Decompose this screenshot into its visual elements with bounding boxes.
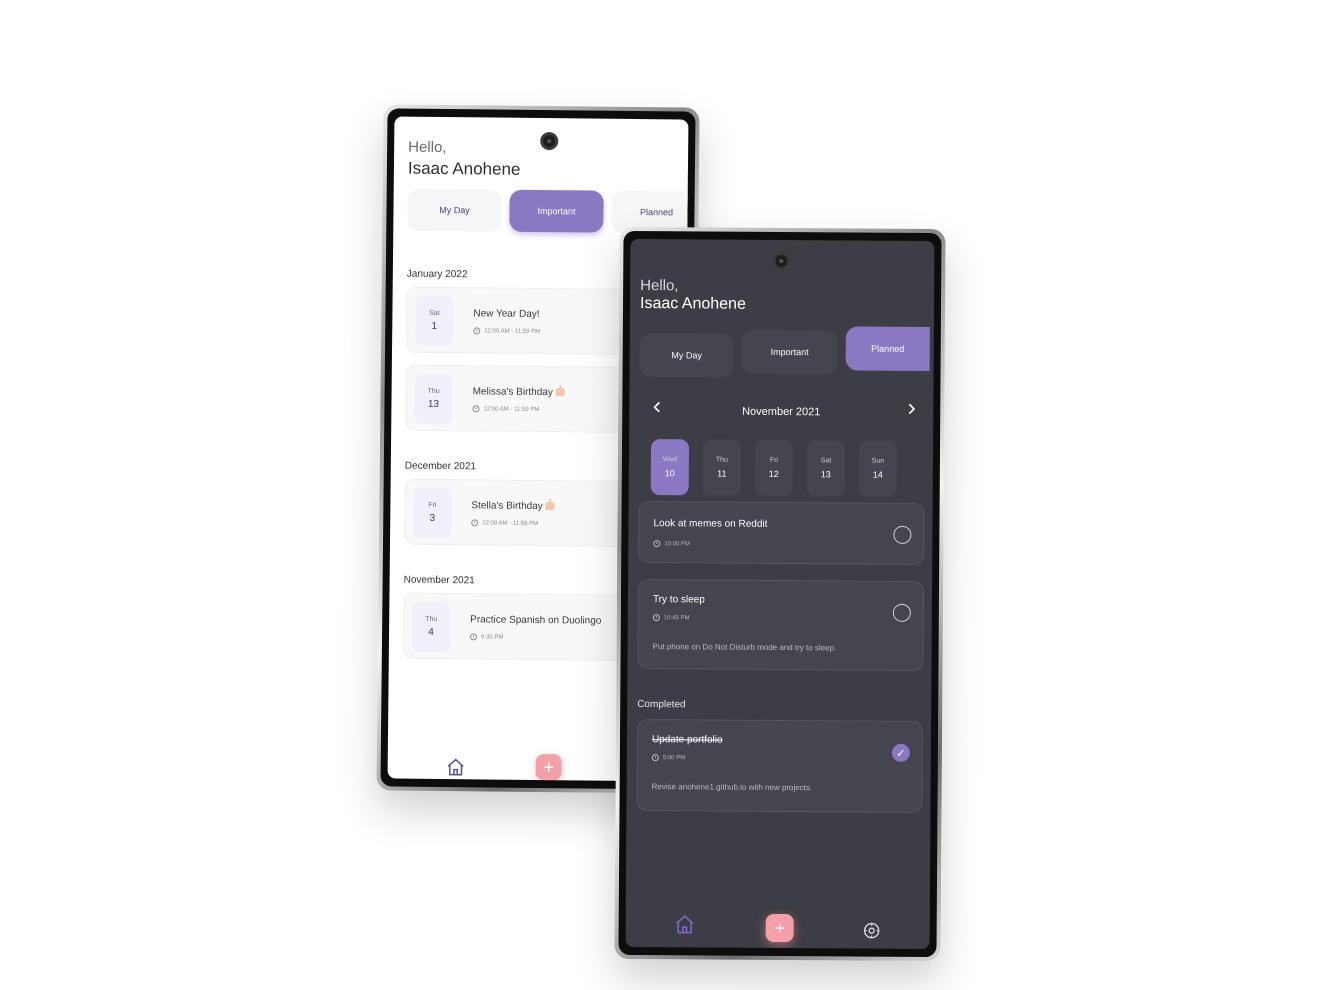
dark-screen: Hello, Isaac Anohene My Day Important Pl… <box>625 238 935 950</box>
phone-bezel: Hello, Isaac Anohene My Day Important Pl… <box>618 230 942 958</box>
calendar-day[interactable]: Fri 12 <box>754 439 794 497</box>
user-name: Isaac Anohene <box>407 158 521 179</box>
calendar-weekday: Sun <box>871 457 885 465</box>
calendar-weekday: Sat <box>820 457 832 465</box>
event-date-badge: Sat 1 <box>415 295 454 347</box>
user-name: Isaac Anohene <box>639 295 746 313</box>
task-time: 5:00 PM <box>651 754 686 762</box>
clock-icon <box>473 327 481 335</box>
event-time: 9:30 PM <box>469 633 504 641</box>
event-title-text: Melissa's Birthday <box>472 386 553 399</box>
clock-icon <box>652 614 660 622</box>
greeting: Hello, <box>640 277 679 295</box>
tab-important[interactable]: Important <box>509 189 604 233</box>
event-time-text: 12:00 AM - 11:59 PM <box>483 405 540 413</box>
event-time-text: 12:00 AM - 11:59 PM <box>484 327 541 335</box>
event-day-number: 13 <box>427 398 440 410</box>
event-weekday: Fri <box>428 501 437 509</box>
calendar-date: 13 <box>820 469 831 480</box>
clock-icon <box>471 519 479 527</box>
clock-icon <box>653 540 661 548</box>
calendar-weekday: Thu <box>715 456 728 464</box>
event-time: 12:00 AM - 11:59 PM <box>472 405 539 413</box>
birthday-cake-icon <box>555 388 565 397</box>
task-card[interactable]: Try to sleep 10:45 PM Put phone on Do No… <box>637 579 925 672</box>
task-time-text: 10:45 PM <box>663 614 690 621</box>
event-date-badge: Thu 4 <box>411 601 451 653</box>
calendar-day[interactable]: Sat 13 <box>806 440 846 497</box>
event-date-badge: Thu 13 <box>414 373 453 425</box>
check-icon[interactable]: ✓ <box>891 743 910 762</box>
task-time-text: 10:00 PM <box>664 540 691 547</box>
event-title: Practice Spanish on Duolingo <box>470 614 601 626</box>
clock-icon <box>651 754 659 762</box>
task-time: 10:00 PM <box>653 540 691 548</box>
birthday-cake-icon <box>545 502 555 511</box>
clock-icon <box>472 405 480 413</box>
calendar-date: 14 <box>872 469 883 480</box>
task-time: 10:45 PM <box>652 614 690 622</box>
calendar-day[interactable]: Thu 11 <box>702 439 742 496</box>
event-weekday: Sat <box>429 309 440 317</box>
event-weekday: Thu <box>425 615 438 623</box>
task-note: Put phone on Do Not Disturb mode and try… <box>652 642 837 653</box>
task-complete-radio[interactable] <box>892 603 911 622</box>
event-day-number: 4 <box>428 626 434 638</box>
calendar-date: 10 <box>664 468 675 479</box>
month-heading: November 2021 <box>403 574 475 587</box>
calendar-weekday: Fri <box>769 456 779 464</box>
task-card[interactable]: Look at memes on Reddit 10:00 PM <box>638 501 925 566</box>
clock-icon <box>469 633 478 641</box>
task-title: Look at memes on Reddit <box>653 518 768 530</box>
event-time-text: 9:30 PM <box>480 633 504 641</box>
event-title: New Year Day! <box>473 308 539 320</box>
calendar-month: November 2021 <box>742 405 821 419</box>
event-title-text: New Year Day! <box>473 308 540 321</box>
event-date-badge: Fri 3 <box>413 487 452 539</box>
event-day-number: 3 <box>429 512 436 524</box>
task-note: Revise anohene1.github.io with new proje… <box>651 782 813 793</box>
chevron-right-icon[interactable] <box>903 401 919 422</box>
month-heading: December 2021 <box>404 460 477 473</box>
calendar-day[interactable]: Wed 10 <box>650 439 690 496</box>
completed-task-card[interactable]: Update portfolio 5:00 PM Revise anohene1… <box>636 719 924 813</box>
task-time-text: 5:00 PM <box>662 754 686 761</box>
greeting: Hello, <box>408 138 447 157</box>
tab-my-day[interactable]: My Day <box>407 188 502 232</box>
add-task-button[interactable]: + <box>535 753 562 781</box>
tab-important[interactable]: Important <box>741 329 838 375</box>
settings-icon[interactable] <box>862 921 882 941</box>
home-icon[interactable] <box>446 757 466 777</box>
event-title-text: Stella's Birthday <box>471 500 543 513</box>
home-icon[interactable] <box>674 913 696 935</box>
event-time: 12:00 AM - 11:59 PM <box>471 519 538 527</box>
event-weekday: Thu <box>427 387 440 395</box>
front-camera-icon <box>540 132 559 151</box>
task-title: Try to sleep <box>652 594 705 606</box>
calendar-date: 11 <box>717 468 727 479</box>
event-time-text: 12:00 AM - 11:59 PM <box>482 519 539 527</box>
tab-my-day[interactable]: My Day <box>639 333 734 378</box>
task-complete-radio[interactable] <box>893 525 912 544</box>
tab-planned[interactable]: Planned <box>845 326 930 372</box>
month-heading: January 2022 <box>406 268 468 281</box>
completed-heading: Completed <box>637 699 686 711</box>
calendar-date: 12 <box>768 468 779 479</box>
event-day-number: 1 <box>431 320 438 332</box>
add-task-button[interactable]: + <box>765 913 794 943</box>
calendar-weekday: Wed <box>662 456 678 464</box>
event-time: 12:00 AM - 11:59 PM <box>473 327 540 335</box>
mockup-stage: Hello, Isaac Anohene My Day Important Pl… <box>0 0 1320 990</box>
event-title: Melissa's Birthday <box>473 386 565 398</box>
phone-dark-theme: Hello, Isaac Anohene My Day Important Pl… <box>614 226 946 962</box>
front-camera-icon <box>772 251 791 271</box>
event-title-text: Practice Spanish on Duolingo <box>470 614 602 627</box>
task-title: Update portfolio <box>651 734 723 746</box>
event-title: Stella's Birthday <box>471 500 555 512</box>
calendar-day[interactable]: Sun 14 <box>858 440 898 497</box>
